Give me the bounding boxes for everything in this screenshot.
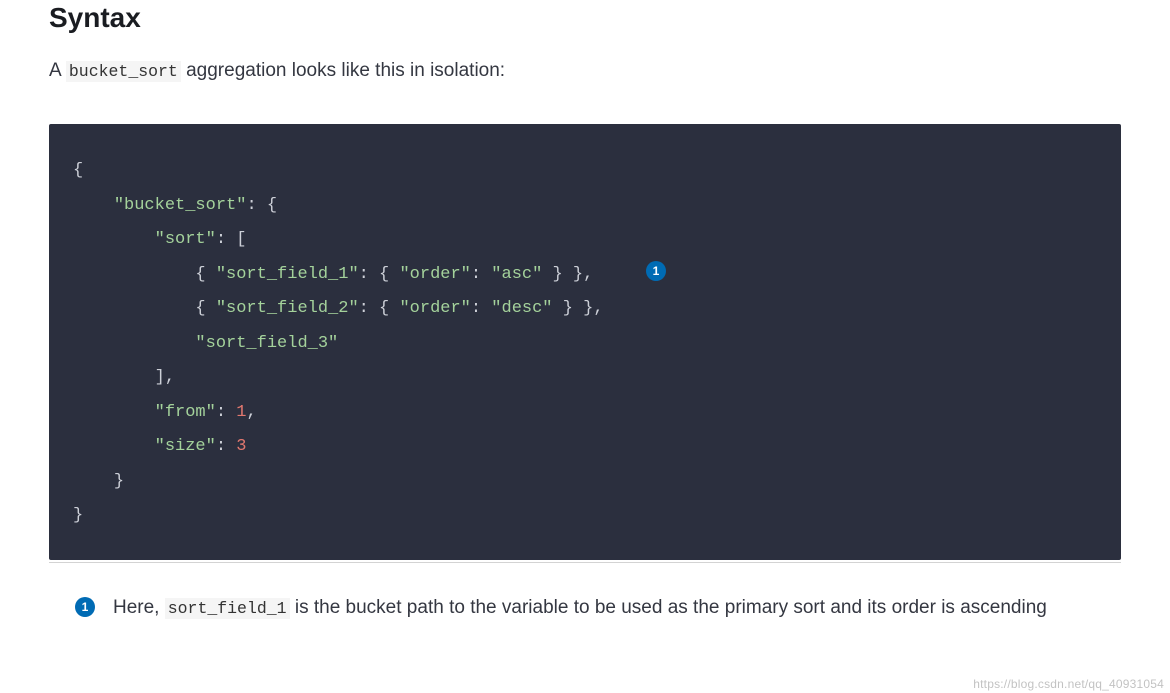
watermark: https://blog.csdn.net/qq_40931054 [973,677,1164,691]
code-line: "sort": [ [73,223,1097,258]
footnotes: 1 Here, sort_field_1 is the bucket path t… [49,593,1121,622]
code-pre: { "bucket_sort": { "sort": [ { "sort_fie… [73,154,1097,534]
callout-badge[interactable]: 1 [646,261,666,281]
intro-paragraph: A bucket_sort aggregation looks like thi… [49,56,1121,86]
section-title: Syntax [49,0,1121,34]
code-line: "from": 1, [73,396,1097,431]
intro-suffix: aggregation looks like this in isolation… [181,60,505,81]
footnote-badge[interactable]: 1 [75,597,95,617]
intro-code: bucket_sort [66,61,181,82]
code-line: { "sort_field_1": { "order": "asc" } }, … [73,258,1097,293]
code-line: "sort_field_3" [73,327,1097,362]
code-line: { [73,154,1097,189]
code-line: "size": 3 [73,430,1097,465]
code-line: "bucket_sort": { [73,189,1097,224]
code-block-divider [49,562,1121,563]
footnote-row: 1 Here, sort_field_1 is the bucket path t… [49,593,1121,622]
code-line: { "sort_field_2": { "order": "desc" } }, [73,292,1097,327]
footnote-code: sort_field_1 [165,598,290,619]
footnote-text: Here, sort_field_1 is the bucket path to… [113,593,1047,622]
code-line: } [73,465,1097,500]
code-line: ], [73,361,1097,396]
intro-prefix: A [49,60,66,81]
code-line: } [73,499,1097,534]
code-block: { "bucket_sort": { "sort": [ { "sort_fie… [49,124,1121,560]
